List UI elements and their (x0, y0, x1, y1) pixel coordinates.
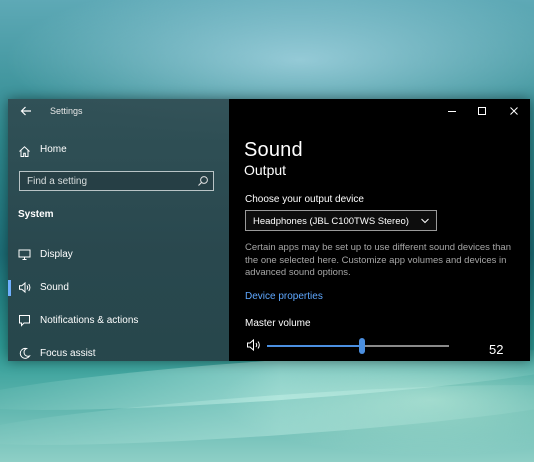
selection-indicator (8, 280, 11, 296)
search-icon[interactable] (197, 175, 209, 187)
speaker-icon (19, 281, 31, 294)
output-device-label: Choose your output device (245, 194, 364, 205)
volume-slider-thumb[interactable] (358, 338, 365, 354)
volume-slider-fill (267, 345, 362, 347)
back-arrow-icon[interactable] (19, 104, 33, 118)
app-title: Settings (50, 106, 83, 116)
section-heading-output: Output (244, 162, 287, 178)
sidebar-item-label: Display (40, 249, 73, 260)
sidebar-item-display[interactable]: Display (8, 244, 229, 266)
minimize-icon[interactable] (445, 104, 459, 118)
main-content: Sound Output Choose your output device H… (229, 99, 530, 361)
section-title: System (18, 209, 54, 220)
maximize-icon[interactable] (475, 104, 489, 118)
sidebar-item-notifications[interactable]: Notifications & actions (8, 310, 229, 332)
sidebar-item-home[interactable]: Home (18, 143, 218, 161)
output-device-dropdown[interactable]: Headphones (JBL C100TWS Stereo) (245, 210, 437, 231)
search-input[interactable]: Find a setting (19, 171, 214, 191)
sidebar-item-label: Notifications & actions (40, 315, 139, 326)
notifications-icon (19, 315, 30, 327)
search-placeholder: Find a setting (27, 176, 88, 187)
output-description: Certain apps may be set up to use differ… (245, 242, 511, 278)
output-device-value: Headphones (JBL C100TWS Stereo) (253, 216, 409, 227)
device-properties-link[interactable]: Device properties (245, 291, 323, 302)
master-volume-label: Master volume (245, 318, 311, 329)
display-icon (18, 249, 31, 260)
moon-icon (19, 347, 31, 359)
sidebar-item-focus-assist[interactable]: Focus assist (8, 343, 229, 361)
sidebar-item-sound[interactable]: Sound (8, 277, 229, 299)
close-icon[interactable] (507, 104, 521, 118)
settings-window: Settings Home Find a setting System Disp… (8, 99, 530, 361)
sidebar-item-label: Sound (40, 282, 69, 293)
chevron-down-icon (421, 218, 429, 224)
sidebar-item-label: Home (40, 144, 67, 155)
sidebar: Settings Home Find a setting System Disp… (8, 99, 229, 361)
page-title: Sound (244, 139, 303, 161)
volume-speaker-icon[interactable] (246, 338, 262, 352)
sidebar-item-label: Focus assist (40, 348, 96, 359)
master-volume-value: 52 (489, 342, 504, 357)
home-icon (19, 146, 30, 157)
